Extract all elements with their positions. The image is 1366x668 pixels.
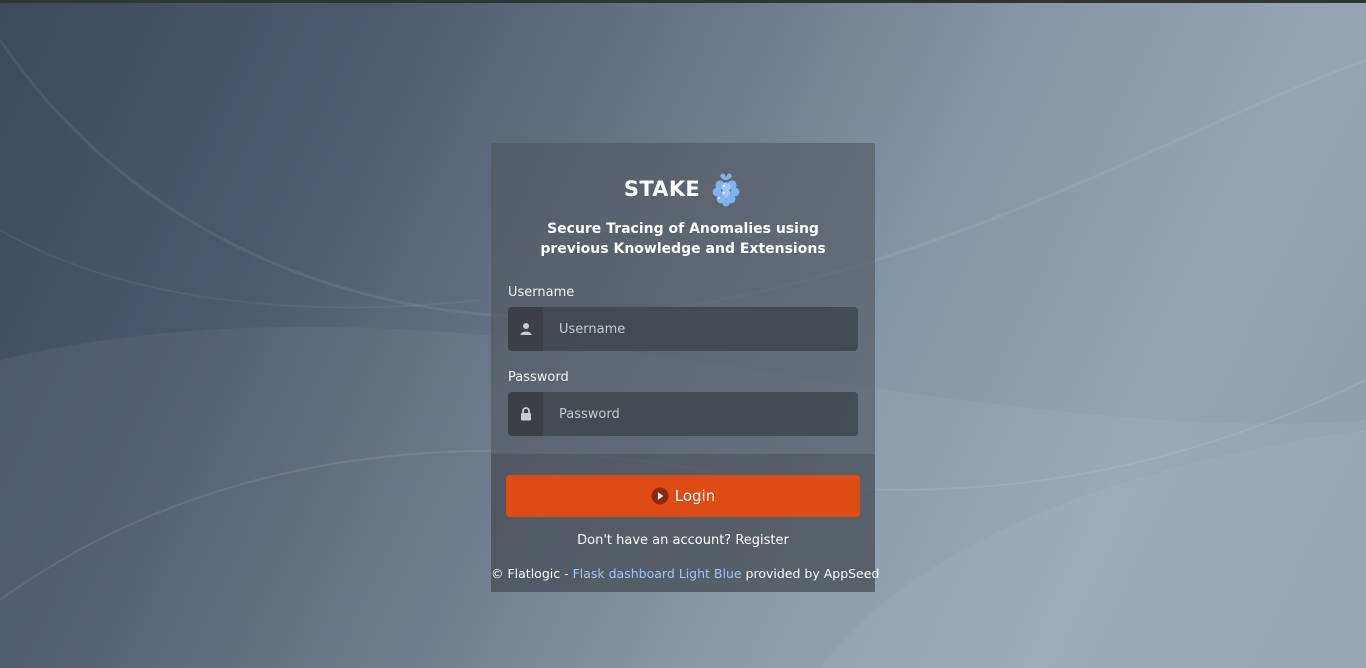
login-button[interactable]: Login <box>506 475 860 517</box>
register-link[interactable]: Register <box>735 533 789 548</box>
lock-icon <box>508 392 543 436</box>
login-card-footer: Login Don't have an account? Register © … <box>491 454 879 592</box>
register-prompt-row: Don't have an account? Register <box>491 533 875 548</box>
login-card-body: STAKE Secure Tracing of Anomalies using … <box>491 143 875 454</box>
app-subtitle: Secure Tracing of Anomalies using previo… <box>540 221 826 257</box>
footer-provider: provided by AppSeed <box>745 566 880 581</box>
username-input-group <box>508 307 858 351</box>
user-icon <box>508 307 543 351</box>
password-input[interactable] <box>543 392 858 436</box>
footer-theme-link[interactable]: Flask dashboard Light Blue <box>573 566 742 581</box>
logo: STAKE <box>491 171 875 207</box>
password-label: Password <box>508 370 569 385</box>
brand-name: STAKE <box>623 177 701 201</box>
username-label: Username <box>508 285 575 300</box>
username-input[interactable] <box>543 307 858 351</box>
raspberry-icon <box>712 173 740 207</box>
register-prompt: Don't have an account? <box>577 533 732 548</box>
password-input-group <box>508 392 858 436</box>
footer-copyright: © Flatlogic - <box>491 566 569 581</box>
login-card: STAKE Secure Tracing of Anomalies using … <box>491 143 879 592</box>
footer-credits: © Flatlogic - Flask dashboard Light Blue… <box>491 566 879 581</box>
play-circle-icon <box>651 487 669 505</box>
login-button-label: Login <box>674 487 716 505</box>
